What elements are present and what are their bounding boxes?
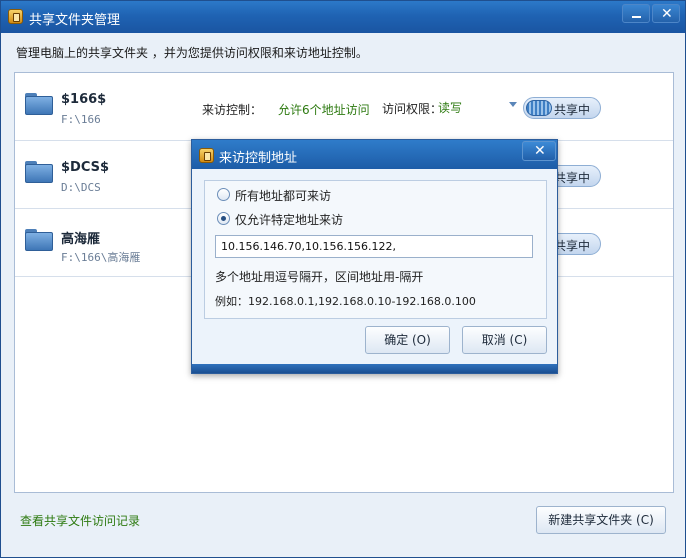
folder-icon [25,161,53,183]
minimize-button[interactable] [622,4,650,23]
cancel-button[interactable]: 取消 (C) [462,326,547,354]
folder-icon [25,93,53,115]
folder-icon [25,229,53,251]
chevron-down-icon[interactable] [509,102,517,107]
close-icon: ✕ [534,143,546,159]
dialog-content: 所有地址都可来访 仅允许特定地址来访 10.156.146.70,10.156.… [204,180,547,319]
toggle-knob [526,100,552,116]
app-lock-icon [8,9,23,24]
access-control-link[interactable]: 允许6个地址访问 [278,101,370,118]
new-share-button[interactable]: 新建共享文件夹 (C) [536,506,666,534]
access-history-link[interactable]: 查看共享文件访问记录 [20,512,140,529]
title-bar[interactable]: 共享文件夹管理 ✕ [1,1,685,33]
access-control-dialog: 来访控制地址 ✕ 所有地址都可来访 仅允许特定地址来访 10.156.146.7… [191,139,558,374]
dialog-title: 来访控制地址 [219,151,298,166]
dialog-title-bar[interactable]: 来访控制地址 ✕ [192,140,557,169]
radio-all-addresses[interactable] [217,188,230,201]
share-name: $DCS$ [61,160,110,175]
permission-label: 访问权限： [382,102,443,116]
share-name: 高海雁 [61,232,101,247]
hint-text: 多个地址用逗号隔开，区间地址用-隔开 [215,270,424,284]
share-status: 共享中 [554,239,591,253]
radio-specific-addresses[interactable] [217,212,230,225]
description-text: 管理电脑上的共享文件夹 ，并为您提供访问权限和来访地址控制。 [16,46,368,60]
ok-button[interactable]: 确定 (O) [365,326,450,354]
access-control-label: 来访控制： [202,103,263,117]
share-row[interactable]: $166$ F:\166 来访控制： 允许6个地址访问 访问权限： 读写 共享中 [15,73,673,141]
share-path: F:\166 [61,113,101,126]
radio-specific-label[interactable]: 仅允许特定地址来访 [235,211,343,228]
share-path: D:\DCS [61,181,101,194]
share-toggle[interactable]: 共享中 [523,97,601,119]
ip-address-input[interactable]: 10.156.146.70,10.156.156.122, [215,235,533,258]
permission-value[interactable]: 读写 [438,99,462,116]
example-text: 例如：192.168.0.1,192.168.0.10-192.168.0.10… [215,295,476,308]
radio-all-label[interactable]: 所有地址都可来访 [235,187,331,204]
close-button[interactable]: ✕ [652,4,680,23]
share-path: F:\166\高海雁 [61,251,141,264]
share-status: 共享中 [554,103,591,117]
share-name: $166$ [61,92,107,107]
dialog-close-button[interactable]: ✕ [522,141,556,161]
dialog-bottom-bar [192,364,557,373]
close-icon: ✕ [661,6,673,22]
app-lock-icon [199,148,214,163]
share-status: 共享中 [554,171,591,185]
minimize-icon [632,16,641,18]
window-title: 共享文件夹管理 [29,13,121,28]
